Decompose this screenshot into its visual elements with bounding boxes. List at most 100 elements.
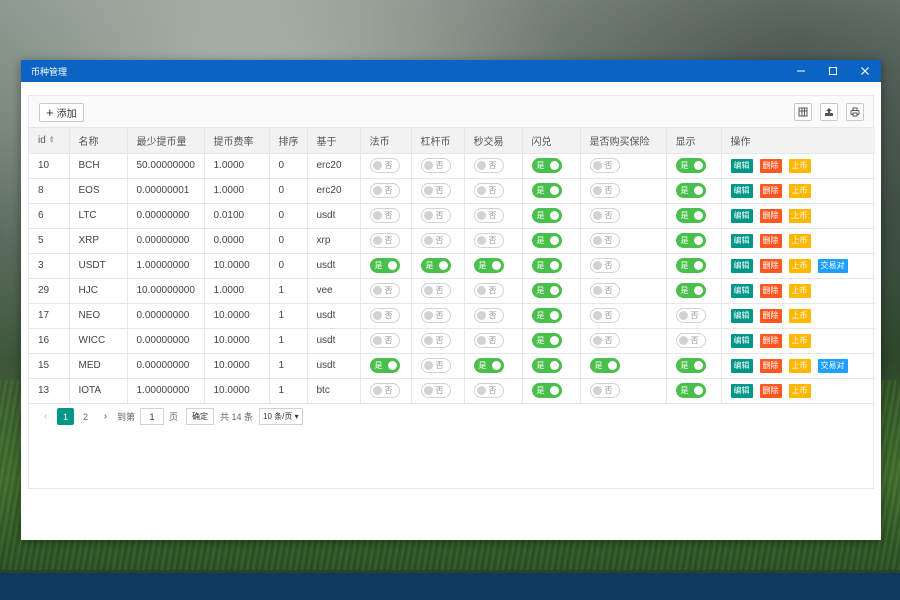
prev-page-icon[interactable]: ‹ — [37, 408, 54, 425]
show-toggle[interactable]: 是 — [675, 158, 706, 173]
flash-toggle[interactable]: 是 — [531, 258, 562, 273]
show-toggle[interactable]: 是 — [675, 383, 706, 398]
fiat-toggle[interactable]: 否 — [369, 283, 400, 298]
second-toggle[interactable]: 否 — [473, 183, 504, 198]
show-toggle[interactable]: 是 — [675, 283, 706, 298]
lever-toggle[interactable]: 否 — [420, 358, 451, 373]
list-coin-button[interactable]: 上币 — [788, 308, 811, 323]
delete-button[interactable]: 删除 — [759, 333, 782, 348]
edit-button[interactable]: 编辑 — [730, 258, 753, 273]
fiat-toggle[interactable]: 否 — [369, 183, 400, 198]
goto-page-input[interactable]: 1 — [140, 408, 165, 425]
second-toggle[interactable]: 是 — [473, 258, 504, 273]
lever-toggle[interactable]: 否 — [420, 333, 451, 348]
delete-button[interactable]: 删除 — [759, 358, 782, 373]
list-coin-button[interactable]: 上币 — [788, 183, 811, 198]
page-size-select[interactable]: 10 条/页 ▾ — [259, 408, 303, 425]
list-coin-button[interactable]: 上币 — [788, 383, 811, 398]
flash-toggle[interactable]: 是 — [531, 233, 562, 248]
show-toggle[interactable]: 否 — [675, 333, 706, 348]
second-toggle[interactable]: 否 — [473, 383, 504, 398]
goto-confirm-button[interactable]: 确定 — [186, 408, 215, 425]
show-toggle[interactable]: 否 — [675, 308, 706, 323]
export-icon[interactable] — [820, 103, 838, 121]
delete-button[interactable]: 删除 — [759, 383, 782, 398]
edit-button[interactable]: 编辑 — [730, 183, 753, 198]
delete-button[interactable]: 删除 — [759, 208, 782, 223]
flash-toggle[interactable]: 是 — [531, 283, 562, 298]
flash-toggle[interactable]: 是 — [531, 383, 562, 398]
lever-toggle[interactable]: 否 — [420, 383, 451, 398]
add-button[interactable]: + 添加 — [39, 103, 84, 122]
delete-button[interactable]: 删除 — [759, 308, 782, 323]
delete-button[interactable]: 删除 — [759, 233, 782, 248]
lever-toggle[interactable]: 否 — [420, 233, 451, 248]
insurance-toggle[interactable]: 否 — [589, 158, 620, 173]
insurance-toggle[interactable]: 是 — [589, 358, 620, 373]
next-page-icon[interactable]: › — [97, 408, 114, 425]
list-coin-button[interactable]: 上币 — [788, 333, 811, 348]
insurance-toggle[interactable]: 否 — [589, 383, 620, 398]
flash-toggle[interactable]: 是 — [531, 308, 562, 323]
delete-button[interactable]: 删除 — [759, 158, 782, 173]
flash-toggle[interactable]: 是 — [531, 183, 562, 198]
flash-toggle[interactable]: 是 — [531, 158, 562, 173]
lever-toggle[interactable]: 否 — [420, 208, 451, 223]
second-toggle[interactable]: 否 — [473, 158, 504, 173]
fiat-toggle[interactable]: 否 — [369, 383, 400, 398]
fiat-toggle[interactable]: 否 — [369, 233, 400, 248]
edit-button[interactable]: 编辑 — [730, 233, 753, 248]
insurance-toggle[interactable]: 否 — [589, 233, 620, 248]
second-toggle[interactable]: 否 — [473, 208, 504, 223]
insurance-toggle[interactable]: 否 — [589, 208, 620, 223]
lever-toggle[interactable]: 否 — [420, 183, 451, 198]
list-coin-button[interactable]: 上币 — [788, 258, 811, 273]
second-toggle[interactable]: 否 — [473, 333, 504, 348]
header-id[interactable]: id ▲ ▼ — [29, 128, 70, 154]
print-icon[interactable] — [846, 103, 864, 121]
list-coin-button[interactable]: 上币 — [788, 358, 811, 373]
edit-button[interactable]: 编辑 — [730, 358, 753, 373]
lever-toggle[interactable]: 否 — [420, 158, 451, 173]
maximize-icon[interactable] — [817, 60, 849, 82]
edit-button[interactable]: 编辑 — [730, 308, 753, 323]
fiat-toggle[interactable]: 否 — [369, 333, 400, 348]
flash-toggle[interactable]: 是 — [531, 358, 562, 373]
edit-button[interactable]: 编辑 — [730, 158, 753, 173]
show-toggle[interactable]: 是 — [675, 258, 706, 273]
insurance-toggle[interactable]: 否 — [589, 333, 620, 348]
fiat-toggle[interactable]: 否 — [369, 308, 400, 323]
second-toggle[interactable]: 否 — [473, 308, 504, 323]
insurance-toggle[interactable]: 否 — [589, 308, 620, 323]
minimize-icon[interactable] — [785, 60, 817, 82]
lever-toggle[interactable]: 否 — [420, 283, 451, 298]
lever-toggle[interactable]: 否 — [420, 308, 451, 323]
edit-button[interactable]: 编辑 — [730, 333, 753, 348]
fiat-toggle[interactable]: 是 — [369, 258, 400, 273]
insurance-toggle[interactable]: 否 — [589, 258, 620, 273]
show-toggle[interactable]: 是 — [675, 183, 706, 198]
second-toggle[interactable]: 否 — [473, 283, 504, 298]
flash-toggle[interactable]: 是 — [531, 208, 562, 223]
list-coin-button[interactable]: 上币 — [788, 283, 811, 298]
fiat-toggle[interactable]: 否 — [369, 158, 400, 173]
fiat-toggle[interactable]: 是 — [369, 358, 400, 373]
delete-button[interactable]: 删除 — [759, 258, 782, 273]
sort-icon[interactable]: ▲ ▼ — [49, 135, 55, 145]
trade-pair-button[interactable]: 交易对 — [817, 258, 848, 273]
edit-button[interactable]: 编辑 — [730, 283, 753, 298]
show-toggle[interactable]: 是 — [675, 233, 706, 248]
trade-pair-button[interactable]: 交易对 — [817, 358, 848, 373]
list-coin-button[interactable]: 上币 — [788, 158, 811, 173]
fiat-toggle[interactable]: 否 — [369, 208, 400, 223]
insurance-toggle[interactable]: 否 — [589, 283, 620, 298]
page-1[interactable]: 1 — [57, 408, 74, 425]
columns-icon[interactable] — [794, 103, 812, 121]
page-2[interactable]: 2 — [77, 408, 94, 425]
list-coin-button[interactable]: 上币 — [788, 208, 811, 223]
flash-toggle[interactable]: 是 — [531, 333, 562, 348]
edit-button[interactable]: 编辑 — [730, 383, 753, 398]
show-toggle[interactable]: 是 — [675, 208, 706, 223]
edit-button[interactable]: 编辑 — [730, 208, 753, 223]
second-toggle[interactable]: 否 — [473, 233, 504, 248]
